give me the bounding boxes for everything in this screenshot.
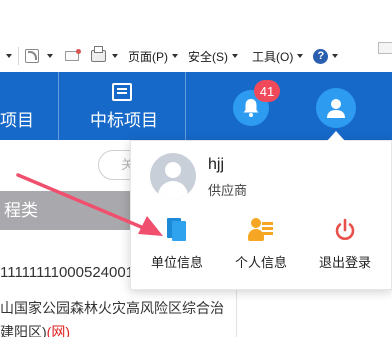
annotation-arrow xyxy=(16,173,163,236)
